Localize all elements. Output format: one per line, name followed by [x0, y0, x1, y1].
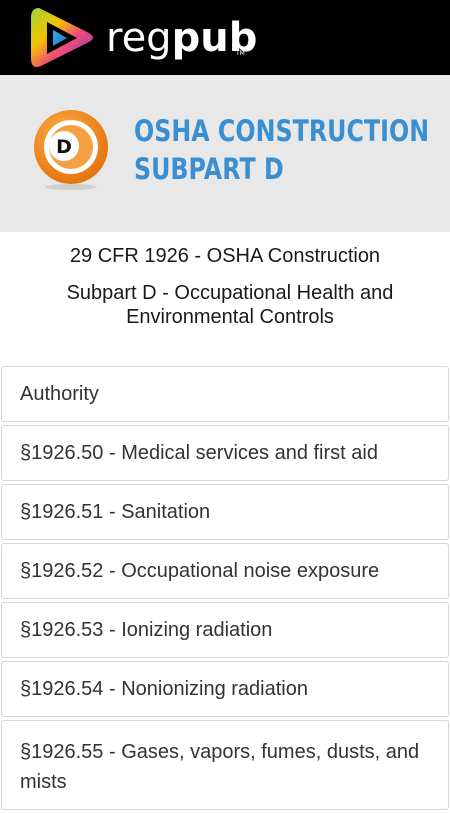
page-title-line1: OSHA CONSTRUCTION	[134, 114, 430, 148]
list-item-1926-50[interactable]: §1926.50 - Medical services and first ai…	[1, 425, 449, 481]
list-item-label: §1926.53 - Ionizing radiation	[20, 618, 273, 641]
list-item-label: §1926.50 - Medical services and first ai…	[20, 441, 378, 464]
play-triangle-icon	[31, 8, 93, 67]
app-header: regpub TM	[0, 0, 450, 75]
list-item-label: §1926.52 - Occupational noise exposure	[20, 559, 380, 582]
section-list: Authority §1926.50 - Medical services an…	[1, 366, 449, 813]
badge-letter: D	[56, 136, 72, 158]
page-title-line2: SUBPART D	[134, 152, 284, 186]
page-title: OSHA CONSTRUCTION SUBPART D	[134, 112, 430, 188]
subpart-d-badge-icon: D	[34, 110, 108, 190]
trademark-mark: TM	[236, 50, 245, 57]
list-item-1926-53[interactable]: §1926.53 - Ionizing radiation	[1, 602, 449, 658]
list-item-1926-55[interactable]: §1926.55 - Gases, vapors, fumes, dusts, …	[1, 720, 449, 810]
list-item-1926-54[interactable]: §1926.54 - Nonionizing radiation	[1, 661, 449, 717]
subpart-heading: Subpart D - Occupational Health and Envi…	[66, 282, 394, 328]
list-item-label: §1926.55 - Gases, vapors, fumes, dusts, …	[20, 741, 420, 793]
title-banner: D OSHA CONSTRUCTION SUBPART D	[0, 75, 450, 232]
cfr-heading: 29 CFR 1926 - OSHA Construction	[69, 245, 381, 267]
list-item-1926-51[interactable]: §1926.51 - Sanitation	[1, 484, 449, 540]
list-item-1926-52[interactable]: §1926.52 - Occupational noise exposure	[1, 543, 449, 599]
list-item-authority[interactable]: Authority	[1, 366, 449, 422]
brand-name: regpub	[106, 13, 257, 63]
list-item-label: §1926.51 - Sanitation	[20, 500, 211, 523]
list-item-label: §1926.54 - Nonionizing radiation	[20, 677, 308, 700]
brand-name-light: reg	[106, 15, 172, 61]
list-item-label: Authority	[20, 382, 99, 405]
